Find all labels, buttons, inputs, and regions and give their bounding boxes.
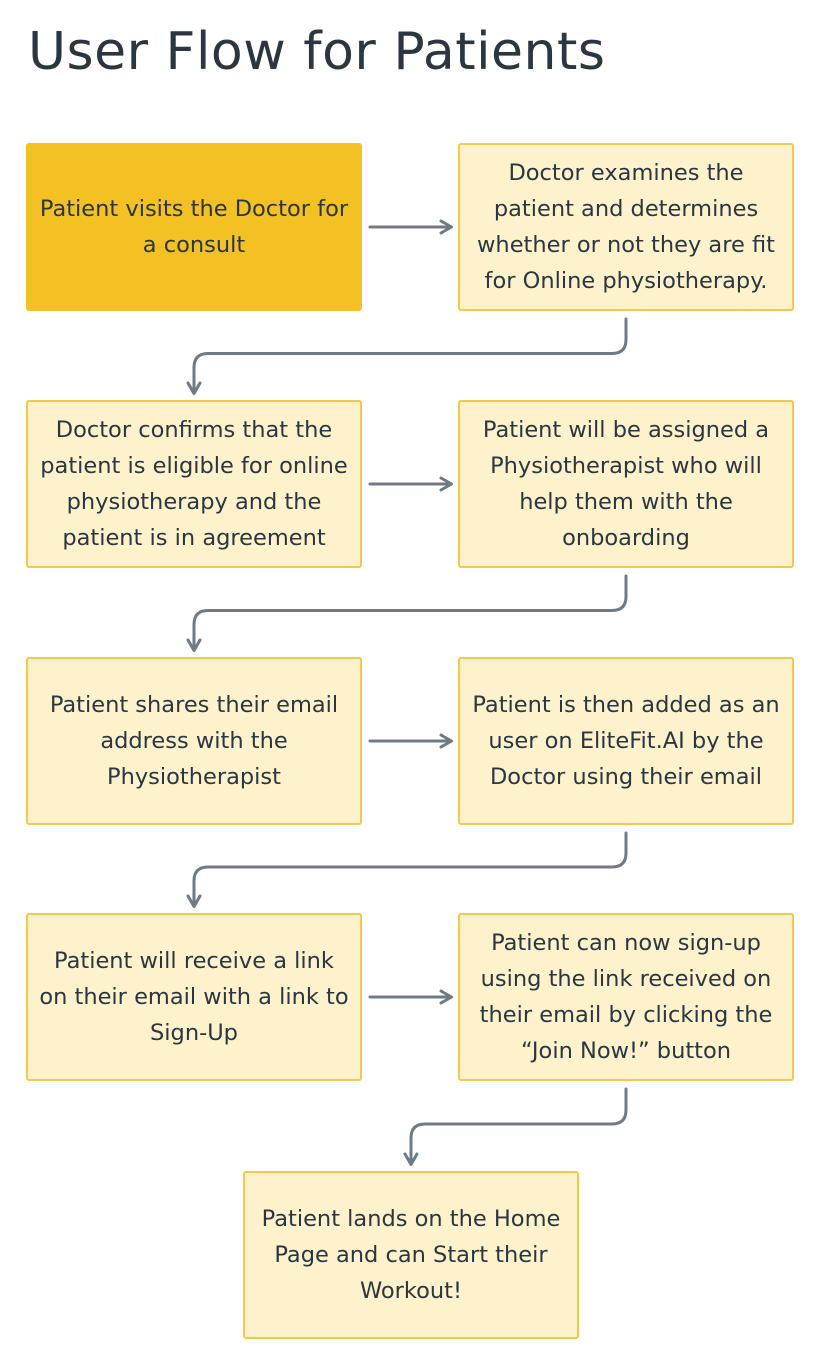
flow-step-sign-up-text: Patient can now sign-up using the link r… [479, 930, 773, 1064]
connector-examine-to-confirm [186, 317, 628, 395]
flow-step-confirm: Doctor confirms that the patient is elig… [26, 400, 362, 568]
flow-step-visit: Patient visits the Doctor for a consult [26, 143, 362, 311]
flow-step-examine: Doctor examines the patient and determin… [458, 143, 794, 311]
flow-step-examine-text: Doctor examines the patient and determin… [477, 160, 775, 294]
flow-step-receive-link-text: Patient will receive a link on their ema… [39, 948, 349, 1046]
flow-step-assign-text: Patient will be assigned a Physiotherapi… [482, 417, 770, 551]
flow-step-visit-text: Patient visits the Doctor for a consult [39, 196, 349, 258]
connector-sign-up-to-home [403, 1087, 628, 1166]
flow-step-assign: Patient will be assigned a Physiotherapi… [458, 400, 794, 568]
flow-step-home: Patient lands on the Home Page and can S… [243, 1171, 579, 1339]
flow-step-share-email-text: Patient shares their email address with … [49, 692, 339, 790]
flow-step-add-user-text: Patient is then added as an user on Elit… [472, 692, 780, 790]
flow-step-confirm-text: Doctor confirms that the patient is elig… [40, 417, 348, 551]
connector-assign-to-share-email [186, 574, 628, 652]
flow-step-receive-link: Patient will receive a link on their ema… [26, 913, 362, 1081]
flow-step-add-user: Patient is then added as an user on Elit… [458, 657, 794, 825]
flow-step-home-text: Patient lands on the Home Page and can S… [261, 1206, 561, 1304]
flow-step-sign-up: Patient can now sign-up using the link r… [458, 913, 794, 1081]
flow-step-share-email: Patient shares their email address with … [26, 657, 362, 825]
page-title: User Flow for Patients [28, 22, 606, 82]
connector-add-user-to-receive-link [186, 831, 628, 908]
